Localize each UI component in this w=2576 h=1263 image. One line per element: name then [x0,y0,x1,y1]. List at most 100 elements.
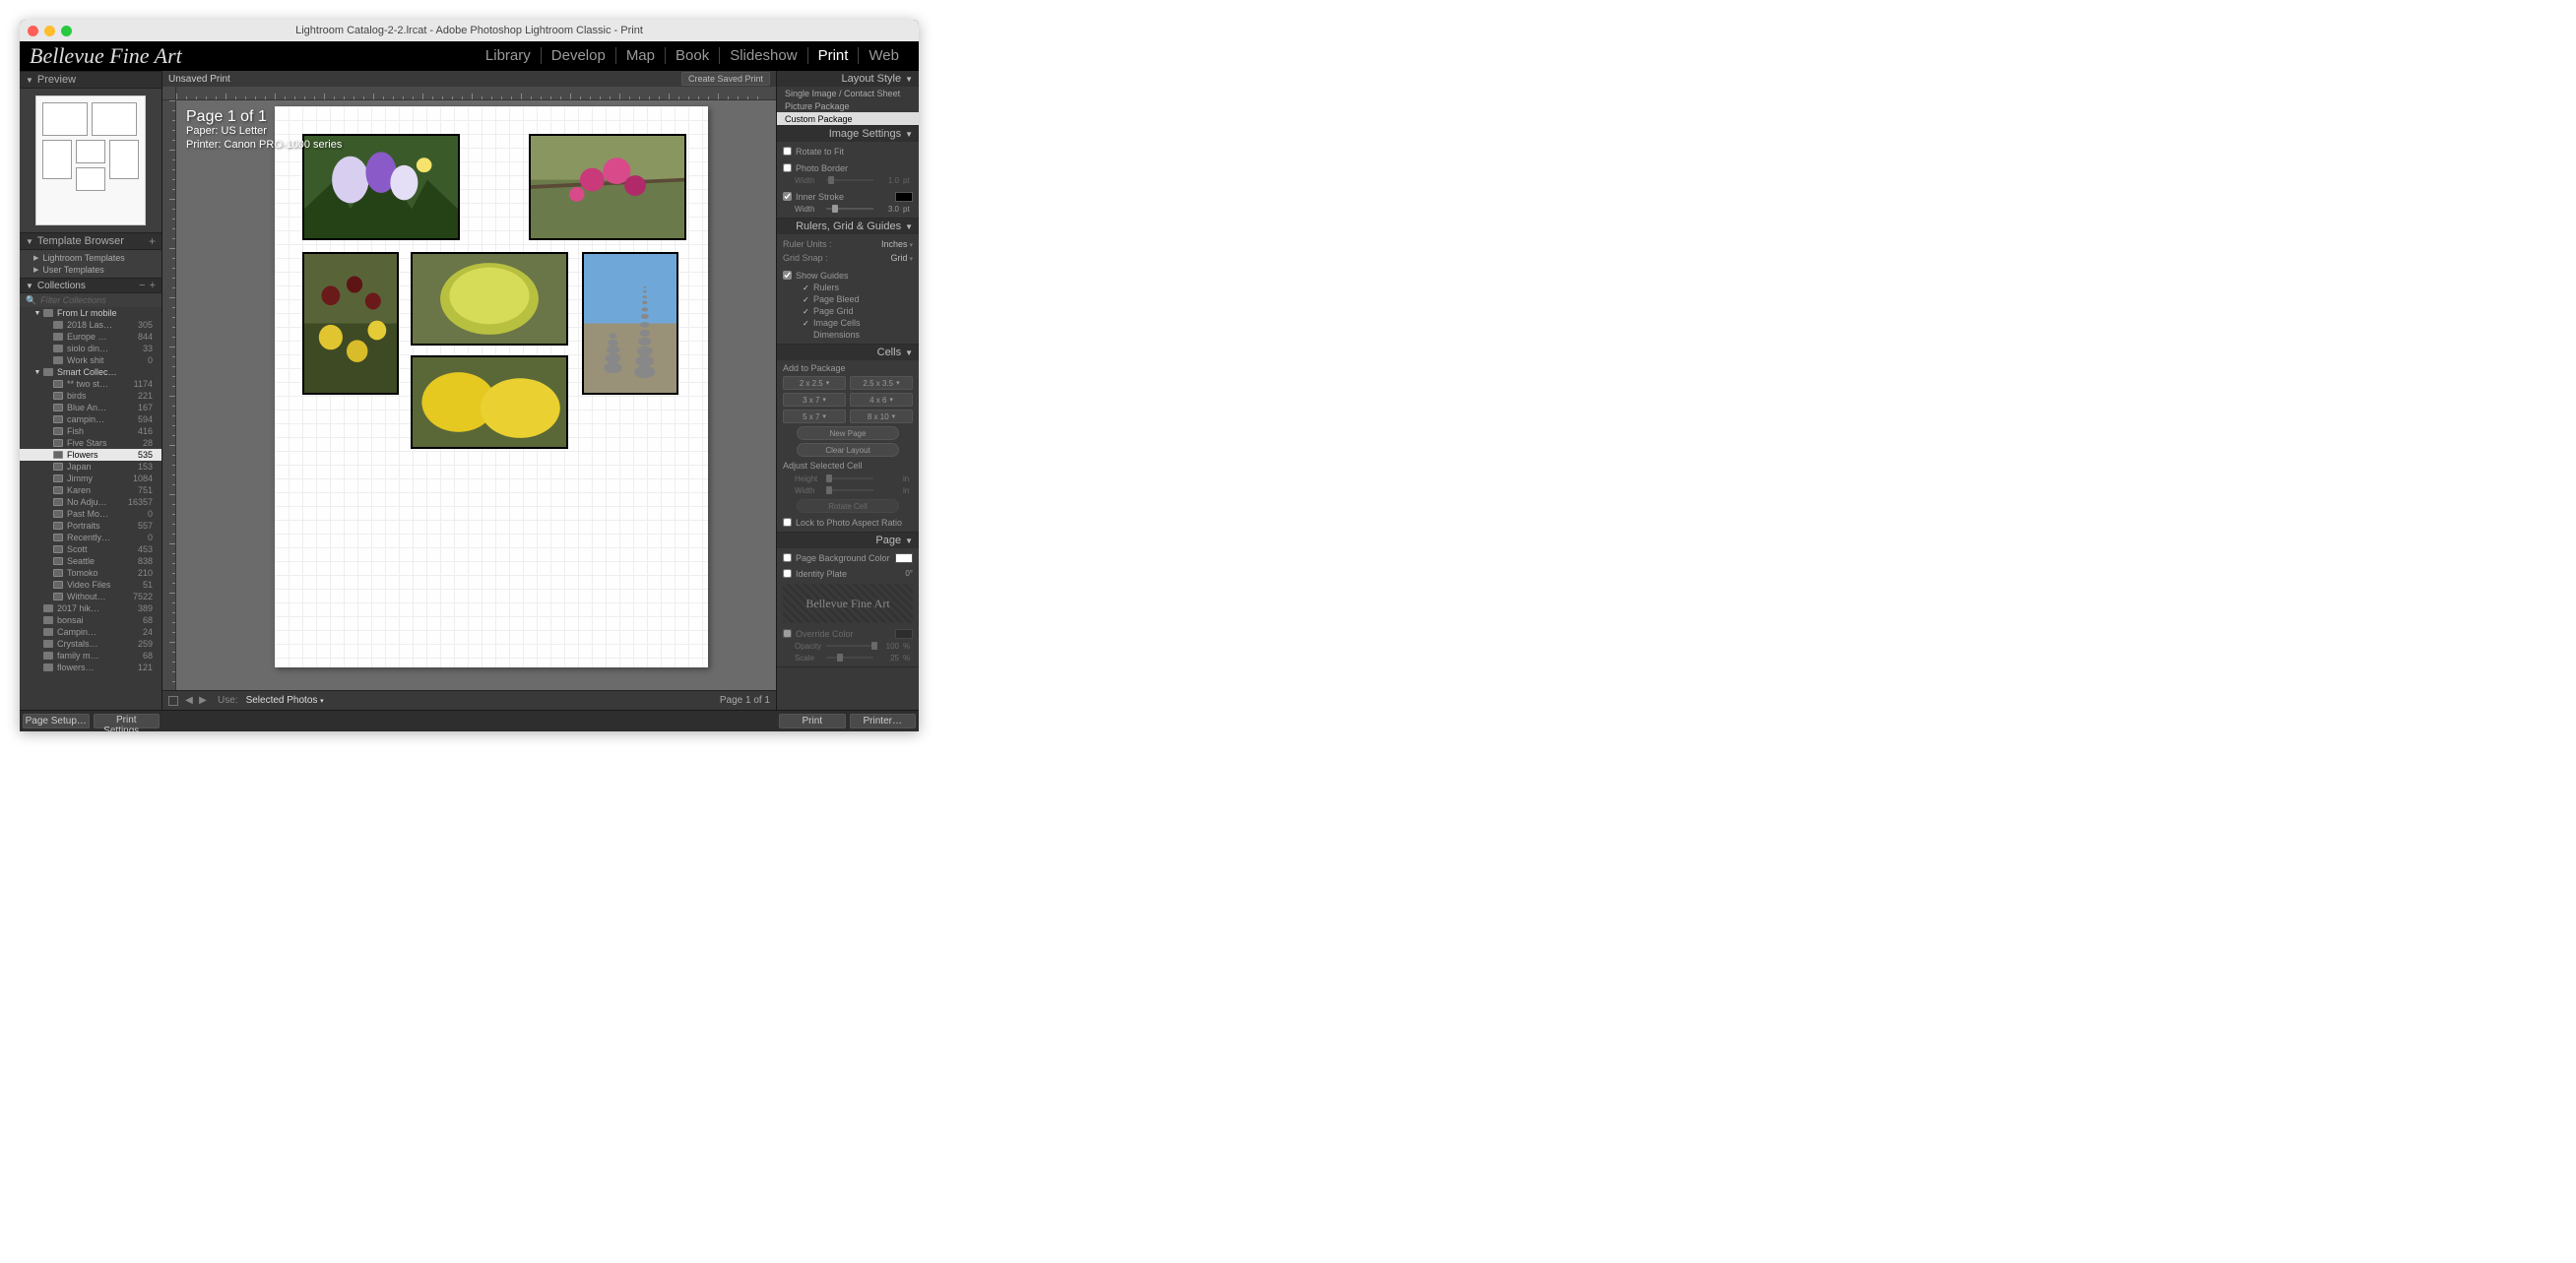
identity-plate[interactable]: Bellevue Fine Art [30,43,182,69]
collection-row[interactable]: Tomoko210 [20,567,161,579]
module-print[interactable]: Print [807,47,859,64]
collection-row[interactable]: bonsai68 [20,614,161,626]
printer-button[interactable]: Printer… [850,714,917,728]
photo-cell[interactable] [302,252,399,395]
new-page-button[interactable]: New Page [797,426,899,440]
photo-cell[interactable] [411,355,568,449]
rotate-cell-button[interactable]: Rotate Cell [797,499,899,513]
rotate-to-fit-checkbox[interactable] [783,147,792,156]
next-page-button[interactable]: ▶ [196,695,210,706]
collection-row[interactable]: Five Stars28 [20,437,161,449]
template-group[interactable]: ▶User Templates [20,264,161,276]
collections-header[interactable]: ▼Collections−+ [20,278,161,293]
collection-row[interactable]: Seattle838 [20,555,161,567]
use-photos-dropdown[interactable]: Selected Photos ▾ [246,695,324,706]
template-browser-header[interactable]: ▼Template Browser+ [20,232,161,250]
cell-preset-button[interactable]: 2 x 2.5▾ [783,376,846,390]
collection-row[interactable]: flowers…121 [20,662,161,673]
collection-row[interactable]: 2018 Las…305 [20,319,161,331]
module-slideshow[interactable]: Slideshow [719,47,806,64]
module-map[interactable]: Map [615,47,665,64]
rulers-grid-guides-header[interactable]: Rulers, Grid & Guides▼ [777,219,919,234]
collection-row[interactable]: Without…7522 [20,591,161,602]
collection-row[interactable]: ▼Smart Collec… [20,366,161,378]
layout-style-option[interactable]: Custom Package [777,112,919,125]
override-color-checkbox[interactable] [783,629,792,638]
collection-row[interactable]: Scott453 [20,543,161,555]
identity-plate-checkbox[interactable] [783,569,792,578]
collection-row[interactable]: Crystals…259 [20,638,161,650]
guide-option[interactable]: ✓Rulers [783,282,913,293]
page-setup-button[interactable]: Page Setup… [23,714,90,728]
create-saved-print-button[interactable]: Create Saved Print [681,72,770,86]
override-color-swatch[interactable] [895,629,913,639]
maximize-window-button[interactable] [61,26,72,36]
collection-row[interactable]: Work shit0 [20,354,161,366]
print-button[interactable]: Print [779,714,846,728]
collection-row[interactable]: Recently…0 [20,532,161,543]
collection-row[interactable]: Jimmy1084 [20,473,161,484]
collection-row[interactable]: Blue An…167 [20,402,161,413]
show-guides-checkbox[interactable] [783,271,792,280]
template-group[interactable]: ▶Lightroom Templates [20,252,161,264]
soft-proof-checkbox[interactable] [168,696,178,706]
close-window-button[interactable] [28,26,38,36]
collection-row[interactable]: ▼From Lr mobile [20,307,161,319]
photo-cell[interactable] [411,252,568,346]
identity-scale-slider[interactable]: Scale25% [783,652,913,663]
layout-style-option[interactable]: Picture Package [777,99,919,112]
photo-border-checkbox[interactable] [783,163,792,172]
collection-row[interactable]: Video Files51 [20,579,161,591]
cell-preset-button[interactable]: 2.5 x 3.5▾ [850,376,913,390]
minimize-window-button[interactable] [44,26,55,36]
collection-row[interactable]: Past Mo…0 [20,508,161,520]
collection-row[interactable]: family m…68 [20,650,161,662]
photo-cell[interactable] [302,134,460,240]
identity-plate-preview[interactable]: Bellevue Fine Art [783,584,913,623]
ruler-units-dropdown[interactable]: Inches [881,239,913,249]
collection-row[interactable]: Flowers535 [20,449,161,461]
prev-page-button[interactable]: ◀ [182,695,196,706]
collection-row[interactable]: birds221 [20,390,161,402]
collection-row[interactable]: campin…594 [20,413,161,425]
lock-aspect-checkbox[interactable] [783,518,792,527]
photo-cell[interactable] [582,252,678,395]
inner-stroke-checkbox[interactable] [783,192,792,201]
print-paper[interactable] [275,106,708,667]
inner-stroke-color-swatch[interactable] [895,192,913,202]
module-develop[interactable]: Develop [541,47,615,64]
preview-panel-header[interactable]: ▼Preview [20,71,161,89]
grid-snap-dropdown[interactable]: Grid [891,253,913,263]
cell-height-slider[interactable]: Heightin [783,473,913,484]
collection-row[interactable]: Fish416 [20,425,161,437]
print-settings-button[interactable]: Print Settings… [94,714,161,728]
page-bg-color-swatch[interactable] [895,553,913,563]
image-settings-header[interactable]: Image Settings▼ [777,126,919,142]
guide-option[interactable]: ✓Page Grid [783,305,913,317]
inner-stroke-width-slider[interactable]: Width3.0pt [783,203,913,215]
collection-row[interactable]: Portraits557 [20,520,161,532]
module-book[interactable]: Book [665,47,719,64]
guide-option[interactable]: ✓Image Cells [783,317,913,329]
layout-style-header[interactable]: Layout Style▼ [777,71,919,87]
collection-row[interactable]: 2017 hik…389 [20,602,161,614]
cell-preset-button[interactable]: 4 x 6▾ [850,393,913,407]
collection-row[interactable]: Karen751 [20,484,161,496]
photo-cell[interactable] [529,134,686,240]
photo-border-width-slider[interactable]: Width1.0pt [783,174,913,186]
collection-row[interactable]: Europe …844 [20,331,161,343]
identity-opacity-slider[interactable]: Opacity100% [783,640,913,652]
layout-style-option[interactable]: Single Image / Contact Sheet [777,87,919,99]
cell-preset-button[interactable]: 3 x 7▾ [783,393,846,407]
clear-layout-button[interactable]: Clear Layout [797,443,899,457]
collection-row[interactable]: siolo din…33 [20,343,161,354]
collections-filter[interactable]: 🔍 Filter Collections [20,293,161,307]
guide-option[interactable]: ✓Page Bleed [783,293,913,305]
collection-row[interactable]: Japan153 [20,461,161,473]
cell-width-slider[interactable]: Widthin [783,484,913,496]
guide-option[interactable]: Dimensions [783,329,913,341]
cells-header[interactable]: Cells▼ [777,345,919,360]
module-web[interactable]: Web [858,47,909,64]
cell-preset-button[interactable]: 5 x 7▾ [783,410,846,423]
page-section-header[interactable]: Page▼ [777,533,919,548]
